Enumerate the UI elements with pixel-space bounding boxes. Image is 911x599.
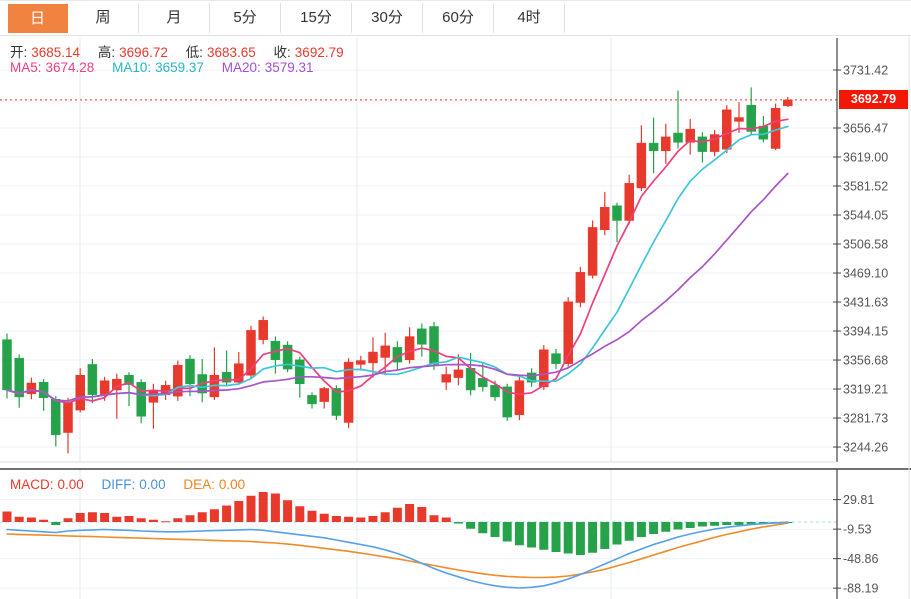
current-price-flag: 3692.79 [839,90,908,109]
diff-value: 0.00 [139,477,165,492]
open-value: 3685.14 [31,45,80,60]
svg-text:3319.21: 3319.21 [843,383,888,397]
svg-text:3469.10: 3469.10 [843,267,888,281]
svg-text:3506.58: 3506.58 [843,238,888,252]
trading-chart-app: 3731.42 3656.47 3619.00 3581.52 3544.05 3506.… [0,0,911,599]
ma20-label: MA20: [222,60,261,75]
close-value: 3692.79 [295,45,344,60]
tab-15min[interactable]: 15分 [281,3,352,33]
ma10-label: MA10: [112,60,151,75]
open-label: 开: [10,45,27,60]
svg-text:3544.05: 3544.05 [843,209,888,223]
ma20-value: 3579.31 [265,60,314,75]
dea-label: DEA: [183,477,215,492]
svg-text:-9.53: -9.53 [843,523,872,537]
svg-text:3356.68: 3356.68 [843,354,888,368]
ma-readout: MA5: 3674.28 MA10: 3659.37 MA20: 3579.31 [10,60,318,75]
svg-text:3244.26: 3244.26 [843,441,888,455]
svg-text:29.81: 29.81 [843,493,874,507]
macd-label: MACD: [10,477,54,492]
tab-5min[interactable]: 5分 [210,3,281,33]
period-tabbar: 日 周 月 5分 15分 30分 60分 4时 [0,0,911,36]
low-value: 3683.65 [207,45,256,60]
high-label: 高: [98,45,115,60]
tab-60min[interactable]: 60分 [423,3,494,33]
dea-value: 0.00 [219,477,245,492]
tab-30min[interactable]: 30分 [352,3,423,33]
tab-month[interactable]: 月 [139,3,210,33]
ohlc-readout: 开: 3685.14 高: 3696.72 低: 3683.65 收: 3692.79 [10,41,348,61]
tab-4hour[interactable]: 4时 [494,3,565,33]
svg-text:3656.47: 3656.47 [843,122,888,136]
tab-day[interactable]: 日 [8,4,68,33]
svg-text:-48.86: -48.86 [843,552,878,566]
close-label: 收: [274,45,291,60]
chart-canvas[interactable]: 3731.42 3656.47 3619.00 3581.52 3544.05 3506.… [0,0,911,599]
svg-text:3619.00: 3619.00 [843,151,888,165]
tab-week[interactable]: 周 [68,3,139,33]
svg-text:3394.15: 3394.15 [843,325,888,339]
low-label: 低: [186,45,203,60]
ma5-label: MA5: [10,60,42,75]
svg-text:3731.42: 3731.42 [843,64,888,78]
ma10-value: 3659.37 [155,60,204,75]
macd-readout: MACD:0.00 DIFF:0.00 DEA:0.00 [10,477,249,492]
diff-label: DIFF: [102,477,136,492]
svg-text:-88.19: -88.19 [843,582,878,596]
high-value: 3696.72 [119,45,168,60]
ma5-value: 3674.28 [46,60,95,75]
svg-text:3281.73: 3281.73 [843,412,888,426]
svg-text:3581.52: 3581.52 [843,180,888,194]
svg-text:3431.63: 3431.63 [843,296,888,310]
macd-value: 0.00 [58,477,84,492]
